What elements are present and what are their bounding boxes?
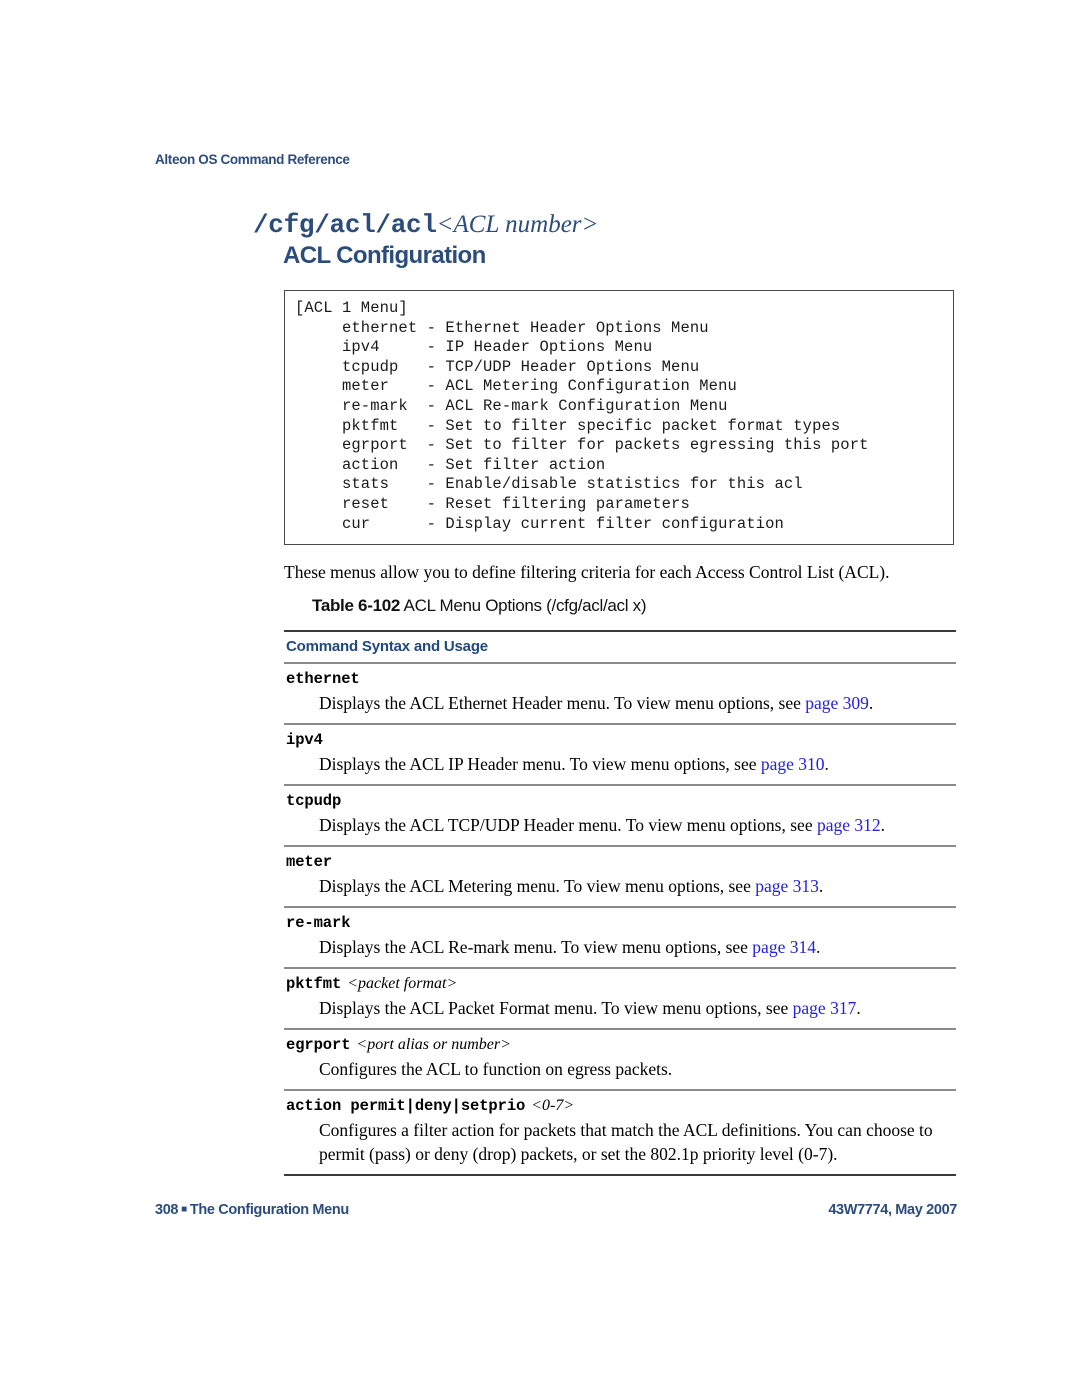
option-description-tail: . [824,754,829,774]
table-caption-number: Table 6-102 [312,596,401,615]
table-row: pktfmt <packet format> Displays the ACL P… [284,969,956,1028]
footer-left: 308 ■ The Configuration Menu [155,1202,349,1218]
option-term-arg: <port alias or number> [356,1036,511,1053]
table-column-header: Command Syntax and Usage [286,638,488,655]
option-term-name: re-mark [286,914,351,932]
page-title-block: /cfg/acl/acl<ACL number> ACL Configurati… [253,210,973,270]
option-description-text: Displays the ACL Re-mark menu. To view m… [319,937,753,957]
intro-paragraph: These menus allow you to define filterin… [284,562,890,582]
option-term-name: ipv4 [286,731,323,749]
option-term-arg [341,792,347,809]
option-term-arg [360,670,366,687]
code-line: [ACL 1 Menu] [295,299,408,317]
option-description: Configures a filter action for packets t… [286,1115,956,1166]
option-description-tail: . [815,937,821,957]
option-term: pktfmt <packet format> [286,975,956,993]
option-description-text: Displays the ACL IP Header menu. To view… [319,754,761,774]
table-caption: Table 6-102 ACL Menu Options (/cfg/acl/a… [312,596,647,616]
code-line: stats - Enable/disable statistics for th… [295,475,803,494]
option-description-text: Configures the ACL to function on egress… [319,1059,673,1079]
code-line: egrport - Set to filter for packets egre… [295,436,869,455]
option-term-name: egrport [286,1036,351,1054]
page-title-parameter: <ACL number> [436,211,599,238]
page-title-command: /cfg/acl/acl [253,210,437,240]
page-title: /cfg/acl/acl<ACL number> [253,210,973,240]
option-term-name: meter [286,853,333,871]
option-description: Displays the ACL Metering menu. To view … [286,871,956,898]
option-term: tcpudp [286,792,956,810]
option-description-tail: . [868,693,874,713]
option-term: egrport <port alias or number> [286,1036,956,1054]
option-term-arg: <0-7> [531,1097,575,1114]
code-line: cur - Display current filter configurati… [295,514,784,533]
footer-doc-id: 43W7774, May 2007 [828,1202,957,1218]
document-page: Alteon OS Command Reference /cfg/acl/acl… [0,0,1080,1397]
option-term-name: tcpudp [286,792,342,810]
page-cross-reference[interactable]: page 309 [805,693,869,713]
page-cross-reference[interactable]: page 310 [761,754,825,774]
option-description-tail: . [856,998,861,1018]
option-description-text: Displays the ACL Ethernet Header menu. T… [319,693,806,713]
table-row: egrport <port alias or number> Configures… [284,1030,956,1089]
option-term-arg: <packet format> [347,975,458,992]
code-line: ethernet - Ethernet Header Options Menu [295,318,709,337]
option-term-name: pktfmt [286,975,342,993]
table-row: ethernet Displays the ACL Ethernet Heade… [284,664,956,723]
option-term-arg [323,731,329,748]
page-cross-reference[interactable]: page 313 [755,876,819,896]
table-row: ipv4 Displays the ACL IP Header menu. To… [284,725,956,784]
code-line: meter - ACL Metering Configuration Menu [295,377,737,396]
option-term-arg [350,914,356,931]
code-line: tcpudp - TCP/UDP Header Options Menu [295,357,700,376]
option-description-text: Displays the ACL TCP/UDP Header menu. To… [319,815,817,835]
option-description: Displays the ACL IP Header menu. To view… [286,749,956,776]
option-description: Configures the ACL to function on egress… [286,1054,956,1081]
option-term: action permit|deny|setprio <0-7> [286,1097,956,1115]
footer-page-number: 308 [155,1202,179,1218]
page-cross-reference[interactable]: page 317 [793,998,857,1018]
table-caption-text: ACL Menu Options (/cfg/acl/acl x) [403,596,647,615]
option-description-tail: . [880,815,886,835]
option-term: re-mark [286,914,956,932]
option-term: ipv4 [286,731,956,749]
option-description: Displays the ACL TCP/UDP Header menu. To… [286,810,956,837]
code-line: ipv4 - IP Header Options Menu [295,338,653,357]
code-line: reset - Reset filtering parameters [295,494,690,513]
code-line: pktfmt - Set to filter specific packet f… [295,416,841,435]
page-cross-reference[interactable]: page 314 [752,937,816,957]
option-description-text: Displays the ACL Packet Format menu. To … [319,998,793,1018]
code-line: re-mark - ACL Re-mark Configuration Menu [295,396,728,415]
option-term: meter [286,853,956,871]
table-row: meter Displays the ACL Metering menu. To… [284,847,956,906]
option-term-name: action permit|deny|setprio [286,1097,526,1115]
footer-section-title: The Configuration Menu [189,1202,349,1218]
option-description: Displays the ACL Re-mark menu. To view m… [286,932,956,959]
square-bullet-icon: ■ [181,1204,187,1215]
page-cross-reference[interactable]: page 312 [817,815,881,835]
option-term: ethernet [286,670,956,688]
cli-output-box: [ACL 1 Menu] ethernet - Ethernet Header … [284,290,954,546]
page-subtitle: ACL Configuration [283,242,486,270]
table-rule-bottom [284,1174,956,1176]
option-description: Displays the ACL Ethernet Header menu. T… [286,688,956,715]
option-description-tail: . [818,876,824,896]
acl-menu-options-table: Command Syntax and Usage ethernet Displa… [284,630,956,1176]
option-term-name: ethernet [286,670,360,688]
option-description-text: Displays the ACL Metering menu. To view … [319,876,756,896]
code-line: action - Set filter action [295,455,606,474]
option-term-arg [332,853,338,870]
table-row: action permit|deny|setprio <0-7> Configur… [284,1091,956,1174]
option-description-text: Configures a filter action for packets t… [319,1120,933,1164]
table-row: tcpudp Displays the ACL TCP/UDP Header m… [284,786,956,845]
option-description: Displays the ACL Packet Format menu. To … [286,993,956,1020]
table-row: re-mark Displays the ACL Re-mark menu. T… [284,908,956,967]
running-header: Alteon OS Command Reference [155,152,350,167]
